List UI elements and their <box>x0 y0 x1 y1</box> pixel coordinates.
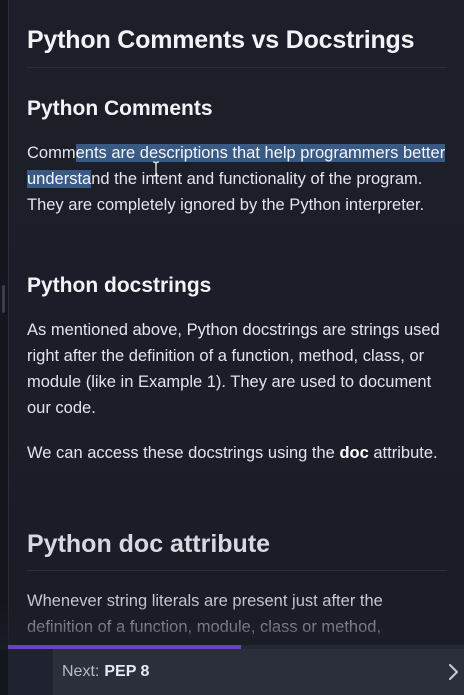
left-rail[interactable] <box>0 0 9 695</box>
comments-paragraph: Comments are descriptions that help prog… <box>27 140 451 218</box>
doc-access-text-end: attribute. <box>368 444 438 462</box>
doc-access-paragraph: We can access these docstrings using the… <box>27 440 451 466</box>
chevron-right-icon[interactable] <box>444 662 462 682</box>
title-divider <box>27 67 447 68</box>
doc-access-text-start: We can access these docstrings using the <box>27 444 340 462</box>
section-heading-docstrings: Python docstrings <box>27 274 212 297</box>
section-heading-comments: Python Comments <box>27 97 213 120</box>
section-heading-doc-attribute: Python doc attribute <box>27 530 271 558</box>
scroll-fade <box>0 600 464 650</box>
footer-left-panel <box>8 649 53 695</box>
next-lesson-button[interactable]: Next: PEP 8 <box>53 649 464 695</box>
lesson-viewport: Python Comments vs Docstrings Python Com… <box>0 0 464 695</box>
docstrings-paragraph: As mentioned above, Python docstrings ar… <box>27 321 440 417</box>
page-title: Python Comments vs Docstrings <box>27 26 415 54</box>
comments-text-start: Comm <box>27 144 76 162</box>
next-label: Next: <box>62 663 100 680</box>
text-cursor-icon <box>152 161 160 180</box>
section-divider <box>27 570 447 571</box>
resize-handle[interactable] <box>2 285 5 313</box>
next-lesson-title: PEP 8 <box>104 663 150 680</box>
doc-keyword: doc <box>339 444 369 462</box>
